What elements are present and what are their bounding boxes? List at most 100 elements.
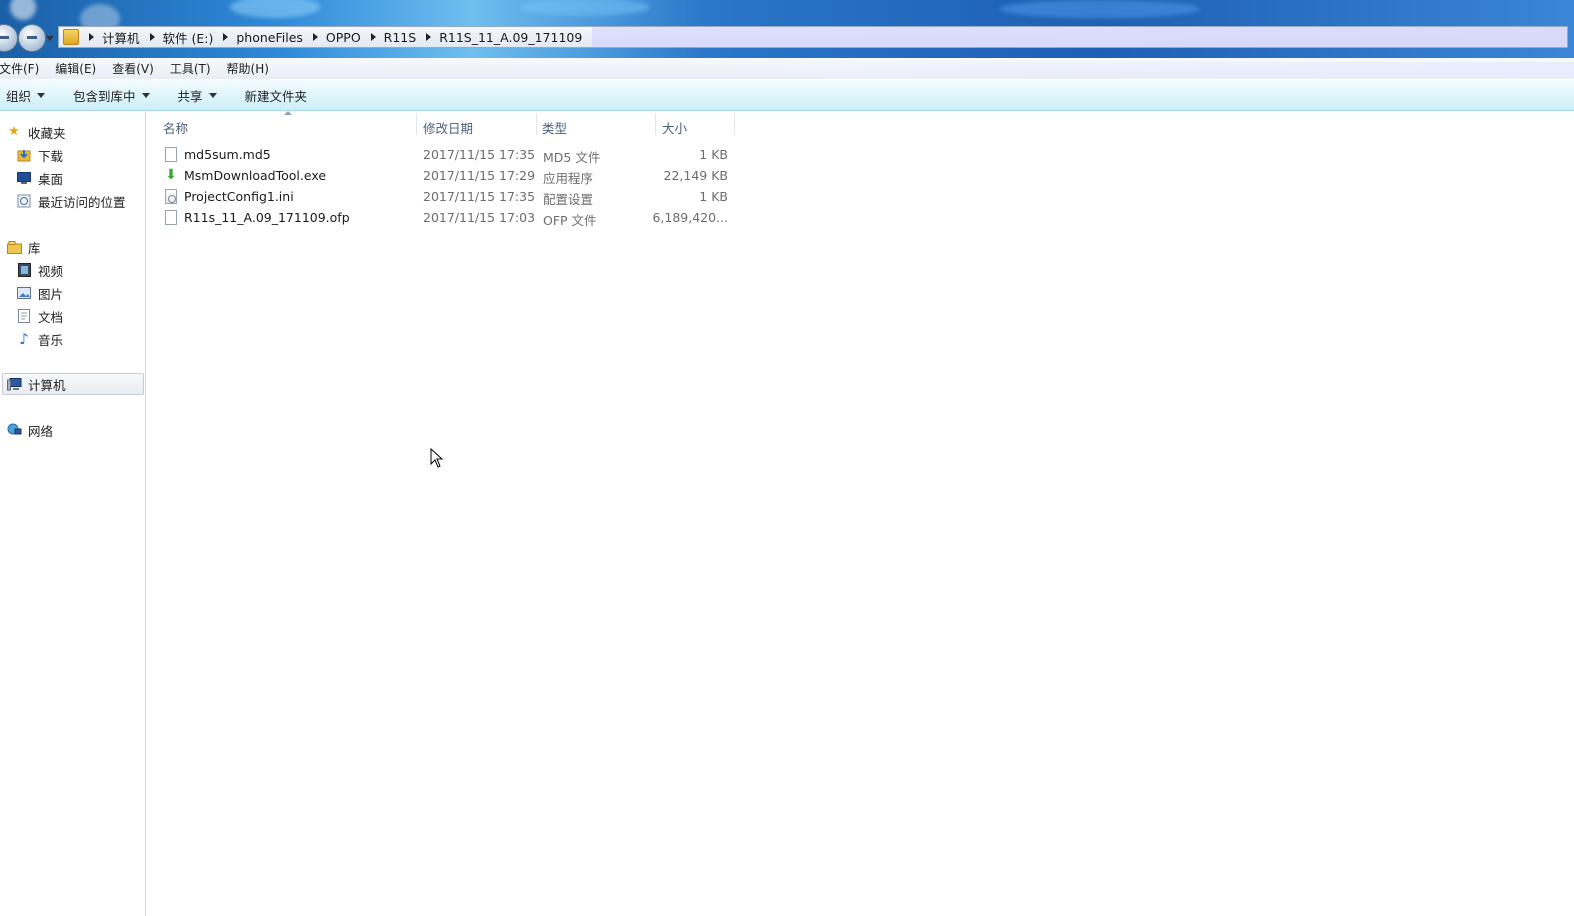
column-header-label: 名称 [163, 120, 189, 136]
breadcrumb-drive-e[interactable]: 软件 (E:) [140, 28, 214, 47]
nav-item-network[interactable]: 网络 [6, 420, 53, 440]
column-divider[interactable] [734, 113, 735, 135]
menu-edit[interactable]: 编辑(E) [55, 60, 104, 77]
file-icon [165, 210, 177, 225]
recent-pages-chevron-down-icon[interactable] [46, 36, 54, 41]
breadcrumb-label[interactable]: OPPO [326, 30, 361, 45]
nav-item-pictures[interactable]: 图片 [16, 283, 63, 303]
star-icon: ★ [8, 124, 20, 139]
wallpaper-blob [520, 0, 650, 16]
chevron-right-icon[interactable] [89, 33, 94, 41]
file-modified: 2017/11/15 17:03 [423, 210, 536, 225]
menu-view[interactable]: 查看(V) [112, 60, 162, 77]
nav-item-documents[interactable]: 文档 [16, 306, 63, 326]
desktop-icon [16, 170, 32, 186]
column-header-label: 类型 [542, 120, 568, 136]
new-folder-button[interactable]: 新建文件夹 [245, 86, 308, 105]
column-header-label: 修改日期 [423, 120, 474, 136]
download-folder-icon [16, 147, 32, 163]
share-button[interactable]: 共享 [178, 86, 217, 105]
column-header-label: 大小 [662, 120, 688, 136]
breadcrumb-current-folder[interactable]: R11S_11_A.09_171109 [416, 30, 582, 45]
file-size: 6,189,420... [652, 210, 728, 225]
nav-item-libraries[interactable]: 库 [6, 237, 41, 257]
nav-label: 计算机 [28, 377, 66, 393]
nav-label: 桌面 [38, 171, 64, 187]
nav-item-recent-places[interactable]: 最近访问的位置 [16, 191, 126, 211]
nav-item-desktop[interactable]: 桌面 [16, 168, 63, 188]
wallpaper-blob [1000, 0, 1200, 18]
chevron-right-icon[interactable] [370, 33, 376, 41]
chevron-right-icon[interactable] [149, 33, 155, 41]
nav-label: 图片 [38, 286, 64, 302]
chevron-right-icon[interactable] [223, 33, 229, 41]
back-button[interactable] [0, 24, 18, 52]
breadcrumb-computer[interactable]: 计算机 [79, 28, 140, 47]
menu-bar-decoration [714, 62, 1574, 76]
column-divider[interactable] [416, 113, 417, 135]
file-modified: 2017/11/15 17:29 [423, 168, 536, 183]
file-modified: 2017/11/15 17:35 [423, 147, 536, 162]
recent-places-icon [16, 193, 32, 209]
menu-file[interactable]: 文件(F) [0, 60, 47, 77]
breadcrumb-phonefiles[interactable]: phoneFiles [213, 30, 303, 45]
window-titlebar: 计算机 软件 (E:) phoneFiles OPPO R11S R11S_11… [0, 0, 1574, 58]
address-bar-empty-area[interactable] [592, 27, 1567, 47]
menu-tools[interactable]: 工具(T) [170, 60, 219, 77]
video-icon [16, 262, 32, 278]
column-header-size[interactable]: 大小 [662, 117, 687, 137]
file-row[interactable]: ⬇ MsmDownloadTool.exe 2017/11/15 17:29 应… [164, 166, 734, 187]
file-row[interactable]: ProjectConfig1.ini 2017/11/15 17:35 配置设置… [164, 187, 734, 207]
download-tool-icon: ⬇ [165, 167, 177, 183]
breadcrumb-label[interactable]: phoneFiles [236, 30, 303, 45]
breadcrumb-label[interactable]: 软件 (E:) [163, 28, 214, 47]
menu-help[interactable]: 帮助(H) [227, 60, 277, 77]
column-divider[interactable] [536, 113, 537, 135]
column-divider[interactable] [655, 113, 656, 135]
new-folder-label: 新建文件夹 [244, 88, 308, 104]
nav-label: 视频 [38, 263, 64, 279]
file-list-pane: 名称 修改日期 类型 大小 md5sum.md5 2017/11/15 17:3… [146, 111, 1574, 916]
include-in-library-label: 包含到库中 [73, 88, 136, 104]
nav-item-computer[interactable]: 计算机 [6, 374, 66, 394]
address-bar[interactable]: 计算机 软件 (E:) phoneFiles OPPO R11S R11S_11… [58, 26, 1568, 48]
column-header-type[interactable]: 类型 [542, 117, 567, 137]
nav-item-music[interactable]: ♪ 音乐 [16, 329, 63, 349]
nav-item-videos[interactable]: 视频 [16, 260, 63, 280]
config-file-icon [165, 189, 177, 204]
wallpaper-blob [10, 0, 36, 20]
nav-item-favorites[interactable]: ★ 收藏夹 [6, 122, 66, 142]
nav-label: 收藏夹 [28, 125, 66, 141]
chevron-down-icon [37, 92, 46, 98]
folder-icon [63, 29, 79, 45]
document-icon [16, 308, 32, 324]
file-type: OFP 文件 [543, 213, 597, 228]
nav-item-downloads[interactable]: 下载 [16, 145, 63, 165]
chevron-down-icon [208, 92, 217, 98]
music-note-icon: ♪ [19, 330, 29, 348]
chevron-right-icon[interactable] [426, 33, 432, 41]
breadcrumb-label[interactable]: 计算机 [102, 28, 140, 47]
column-header-name[interactable]: 名称 [163, 117, 188, 137]
pictures-icon [16, 285, 32, 301]
file-icon [165, 147, 177, 162]
file-row[interactable]: md5sum.md5 2017/11/15 17:35 MD5 文件 1 KB [164, 145, 734, 165]
organize-label: 组织 [6, 88, 32, 104]
file-row[interactable]: R11s_11_A.09_171109.ofp 2017/11/15 17:03… [164, 208, 734, 228]
share-label: 共享 [177, 88, 203, 104]
chevron-right-icon[interactable] [312, 33, 318, 41]
forward-button[interactable] [18, 24, 46, 52]
command-bar: 组织 包含到库中 共享 新建文件夹 [0, 80, 1574, 111]
nav-label: 下载 [38, 148, 64, 164]
breadcrumb-label[interactable]: R11S_11_A.09_171109 [439, 30, 582, 45]
breadcrumb-oppo[interactable]: OPPO [303, 30, 361, 45]
file-size: 1 KB [699, 147, 728, 162]
breadcrumb-label[interactable]: R11S [384, 30, 417, 45]
nav-label: 音乐 [38, 332, 64, 348]
organize-button[interactable]: 组织 [6, 86, 46, 105]
column-header-modified[interactable]: 修改日期 [423, 117, 473, 137]
mouse-pointer-icon [430, 447, 444, 471]
nav-label: 库 [28, 240, 41, 256]
breadcrumb-r11s[interactable]: R11S [361, 30, 417, 45]
include-in-library-button[interactable]: 包含到库中 [73, 86, 150, 105]
